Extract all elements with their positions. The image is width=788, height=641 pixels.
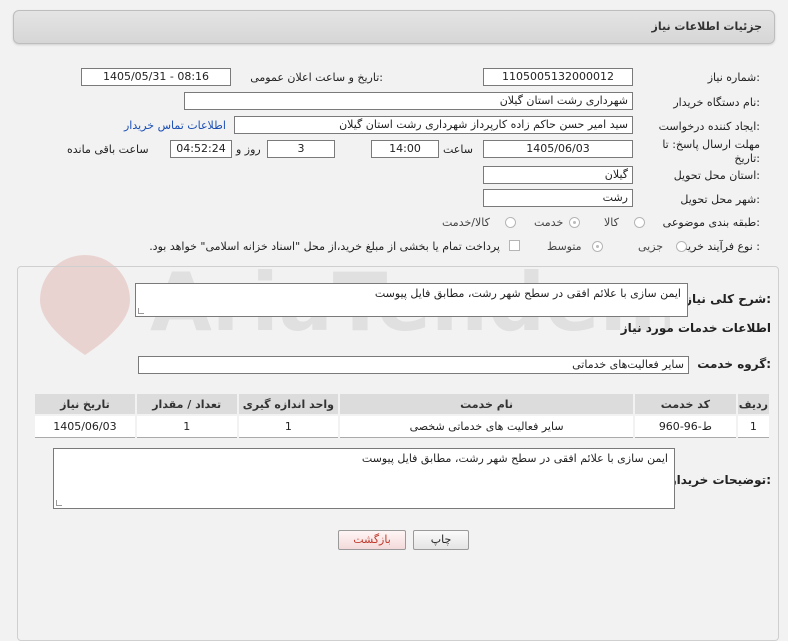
deadline-time-field: 14:00 bbox=[371, 140, 439, 158]
cell-unit: 1 bbox=[236, 414, 341, 438]
buyer-org-label: نام دستگاه خریدار: bbox=[673, 96, 760, 109]
cell-row: 1 bbox=[735, 414, 772, 438]
cell-quantity: 1 bbox=[134, 414, 239, 438]
cell-service-code: ط-96-960 bbox=[633, 414, 738, 438]
deadline-date-field: 1405/06/03 bbox=[483, 140, 633, 158]
process-label: نوع فرآیند خرید : bbox=[682, 240, 760, 253]
col-quantity: تعداد / مقدار bbox=[134, 392, 239, 416]
category-option-goods-service: کالا/خدمت bbox=[442, 216, 490, 229]
deadline-label: مهلت ارسال پاسخ: تا bbox=[662, 138, 760, 151]
process-radio-medium[interactable] bbox=[592, 241, 603, 252]
creator-label: ایجاد کننده درخواست: bbox=[658, 120, 760, 133]
treasury-payment-checkbox[interactable] bbox=[509, 240, 520, 251]
back-button[interactable]: بازگشت bbox=[338, 530, 406, 550]
process-option-medium: متوسط bbox=[547, 240, 582, 253]
announce-label: تاریخ و ساعت اعلان عمومی: bbox=[250, 71, 383, 84]
services-section-title: اطلاعات خدمات مورد نیاز bbox=[620, 321, 771, 335]
col-row: ردیف bbox=[735, 392, 772, 416]
creator-field: سید امیر حسن حاکم زاده کارپرداز شهرداری … bbox=[234, 116, 633, 134]
page-header: جزئیات اطلاعات نیاز bbox=[13, 10, 775, 44]
category-radio-service[interactable] bbox=[569, 217, 580, 228]
need-number-field: 1105005132000012 bbox=[483, 68, 633, 86]
col-service-code: کد خدمت bbox=[633, 392, 738, 416]
remaining-time-label: ساعت باقی مانده bbox=[67, 143, 149, 156]
city-field: رشت bbox=[483, 189, 633, 207]
category-label: طبقه بندی موضوعی: bbox=[662, 216, 760, 229]
cell-need-date: 1405/06/03 bbox=[33, 414, 137, 438]
service-group-label: گروه خدمت: bbox=[697, 357, 771, 371]
buyer-org-field: شهرداری رشت استان گیلان bbox=[184, 92, 633, 110]
cell-service-name: سایر فعالیت های خدماتی شخصی bbox=[338, 414, 635, 438]
deadline-time-label: ساعت bbox=[443, 143, 473, 156]
buyer-contact-link[interactable]: اطلاعات تماس خریدار bbox=[124, 119, 226, 132]
description-text: ایمن سازی با علائم افقی در سطح شهر رشت، … bbox=[374, 287, 681, 300]
treasury-payment-note: پرداخت تمام یا بخشی از مبلغ خرید،از محل … bbox=[149, 240, 500, 253]
col-need-date: تاریخ نیاز bbox=[33, 392, 137, 416]
process-option-minor: جزیی bbox=[638, 240, 664, 253]
resize-grip-icon[interactable] bbox=[138, 308, 144, 314]
category-radio-goods-service[interactable] bbox=[505, 217, 516, 228]
city-label: شهر محل تحویل: bbox=[680, 193, 760, 206]
deadline-label-date: تاریخ: bbox=[734, 152, 760, 165]
table-row: 1 ط-96-960 سایر فعالیت های خدماتی شخصی 1… bbox=[33, 414, 772, 438]
services-table: ردیف کد خدمت نام خدمت واحد اندازه گیری ت… bbox=[33, 392, 772, 438]
category-radio-goods[interactable] bbox=[634, 217, 645, 228]
buyer-notes-field: ایمن سازی با علائم افقی در سطح شهر رشت، … bbox=[53, 448, 675, 509]
province-label: استان محل تحویل: bbox=[673, 169, 760, 182]
category-option-goods: کالا bbox=[604, 216, 619, 229]
resize-grip-icon[interactable] bbox=[56, 500, 62, 506]
days-label: روز و bbox=[236, 143, 261, 156]
page-title: جزئیات اطلاعات نیاز bbox=[651, 20, 763, 33]
remaining-time-field: 04:52:24 bbox=[170, 140, 232, 158]
process-radio-minor[interactable] bbox=[676, 241, 687, 252]
col-unit: واحد اندازه گیری bbox=[236, 392, 341, 416]
description-field: ایمن سازی با علائم افقی در سطح شهر رشت، … bbox=[135, 283, 688, 317]
print-button[interactable]: چاپ bbox=[413, 530, 469, 550]
need-number-label: شماره نیاز: bbox=[707, 71, 760, 84]
province-field: گیلان bbox=[483, 166, 633, 184]
announce-field: 1405/05/31 - 08:16 bbox=[81, 68, 231, 86]
service-group-field: سایر فعالیت‌های خدماتی bbox=[138, 356, 689, 374]
description-label: شرح کلی نیاز: bbox=[685, 292, 771, 306]
services-table-header: ردیف کد خدمت نام خدمت واحد اندازه گیری ت… bbox=[33, 392, 772, 416]
col-service-name: نام خدمت bbox=[338, 392, 635, 416]
buyer-notes-label: توضیحات خریدار: bbox=[669, 473, 771, 487]
category-option-service: خدمت bbox=[534, 216, 564, 229]
buyer-notes-text: ایمن سازی با علائم افقی در سطح شهر رشت، … bbox=[361, 452, 668, 465]
days-remaining-field: 3 bbox=[267, 140, 335, 158]
